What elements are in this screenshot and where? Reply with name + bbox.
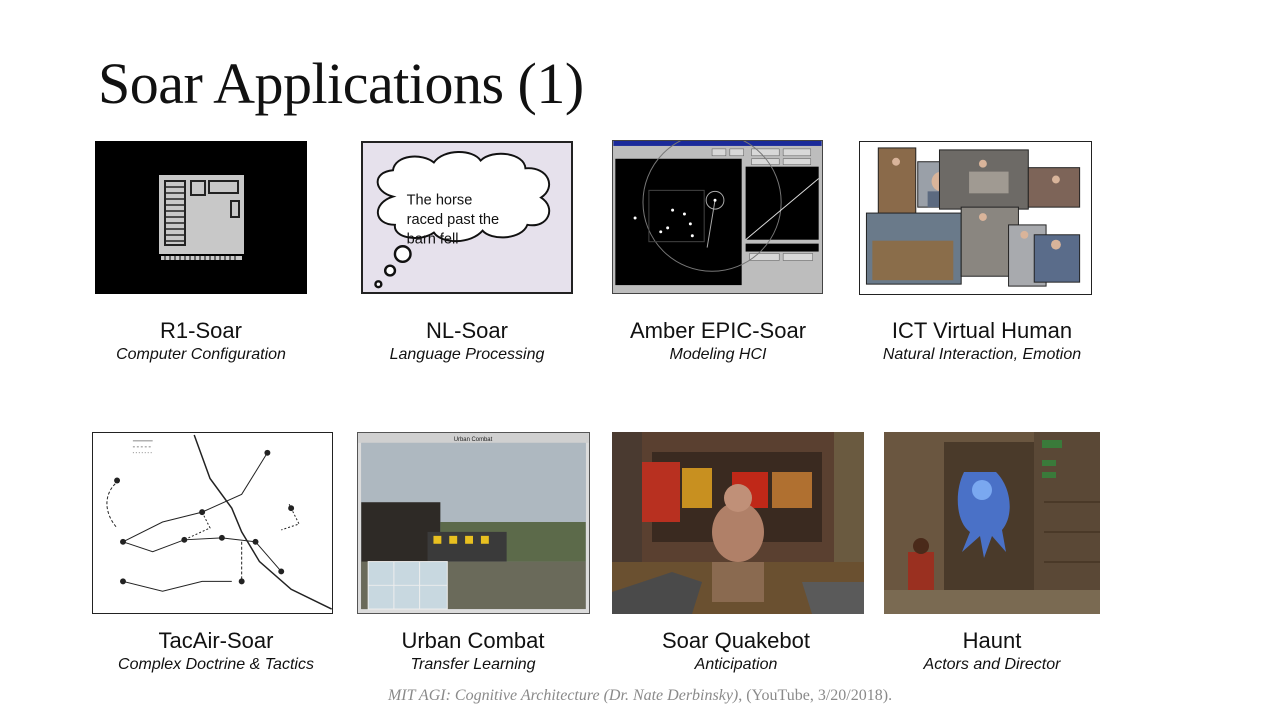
urban-combat-image: Urban Combat — [357, 432, 590, 614]
app-name: TacAir-Soar — [158, 628, 274, 653]
app-subtitle: Natural Interaction, Emotion — [882, 346, 1082, 363]
app-subtitle: Anticipation — [694, 656, 778, 673]
slide-title: Soar Applications (1) — [98, 51, 584, 116]
app-subtitle: Complex Doctrine & Tactics — [118, 656, 314, 673]
app-subtitle: Transfer Learning — [410, 656, 536, 673]
source-citation-title: MIT AGI: Cognitive Architecture (Dr. Nat… — [387, 687, 739, 704]
app-name: NL-Soar — [426, 318, 508, 343]
amber-epic-soar-image — [612, 140, 823, 294]
app-name: Amber EPIC-Soar — [629, 318, 807, 343]
nl-soar-bubble-line-1: The horse — [407, 192, 473, 208]
caption-nl-soar: NL-Soar Language Processing — [327, 318, 607, 366]
app-name: Urban Combat — [401, 628, 545, 653]
app-subtitle: Modeling HCI — [669, 346, 767, 363]
app-subtitle: Actors and Director — [923, 656, 1061, 673]
app-name: R1-Soar — [160, 318, 242, 343]
nl-soar-image: The horse raced past the barn fell — [361, 141, 573, 294]
caption-urban-combat: Urban Combat Transfer Learning — [333, 628, 613, 676]
app-name: ICT Virtual Human — [891, 318, 1073, 343]
nl-soar-bubble-line-2: raced past the — [407, 212, 500, 228]
app-subtitle: Computer Configuration — [116, 346, 286, 363]
ict-virtual-human-image — [859, 141, 1092, 295]
r1-soar-image — [95, 141, 307, 294]
source-citation: MIT AGI: Cognitive Architecture (Dr. Nat… — [0, 687, 1280, 705]
source-citation-details: , (YouTube, 3/20/2018). — [738, 687, 893, 704]
urban-combat-window-title: Urban Combat — [454, 437, 493, 443]
app-name: Soar Quakebot — [662, 628, 810, 653]
caption-haunt: Haunt Actors and Director — [852, 628, 1132, 676]
caption-soar-quakebot: Soar Quakebot Anticipation — [596, 628, 876, 676]
caption-r1-soar: R1-Soar Computer Configuration — [61, 318, 341, 366]
caption-tacair-soar: TacAir-Soar Complex Doctrine & Tactics — [76, 628, 356, 676]
app-subtitle: Language Processing — [389, 346, 545, 363]
nl-soar-bubble-line-3: barn fell — [407, 231, 459, 247]
caption-amber-epic-soar: Amber EPIC-Soar Modeling HCI — [578, 318, 858, 366]
caption-ict-virtual-human: ICT Virtual Human Natural Interaction, E… — [842, 318, 1122, 366]
app-name: Haunt — [962, 628, 1022, 653]
haunt-image — [884, 432, 1100, 614]
soar-quakebot-image — [612, 432, 864, 614]
tacair-soar-image — [92, 432, 333, 614]
